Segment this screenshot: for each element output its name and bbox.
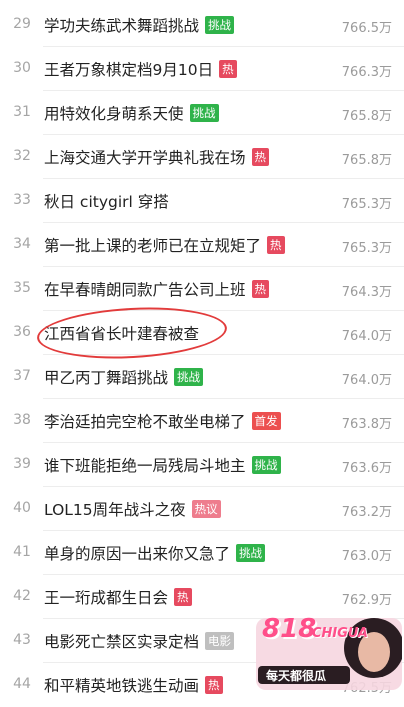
- topic-title[interactable]: 秋日 citygirl 穿搭: [44, 190, 169, 212]
- heat-count: 765.3万: [341, 241, 392, 256]
- rank-number: 41: [13, 544, 31, 560]
- heat-count: 765.8万: [341, 109, 392, 124]
- heat-count: 764.3万: [341, 285, 392, 300]
- heat-count: 764.0万: [341, 373, 392, 388]
- list-item[interactable]: 37 甲乙丙丁舞蹈挑战 挑战 764.0万: [0, 355, 404, 399]
- heat-count: 766.5万: [341, 21, 392, 36]
- rank-number: 32: [13, 148, 31, 164]
- list-item[interactable]: 32 上海交通大学开学典礼我在场热 765.8万: [0, 135, 404, 179]
- discussion-badge: 热议: [191, 500, 221, 518]
- rank-number: 37: [13, 368, 31, 384]
- rank-number: 34: [13, 236, 31, 252]
- rank-number: 39: [13, 456, 31, 472]
- topic-title[interactable]: 王者万象棋定档9月10日热: [44, 58, 237, 80]
- topic-title[interactable]: 上海交通大学开学典礼我在场热: [44, 146, 270, 168]
- watermark-subtext: CHIGUA: [312, 626, 368, 641]
- topic-title[interactable]: 谁下班能拒绝一局残局斗地主 挑战: [44, 454, 281, 476]
- heat-count: 765.8万: [341, 153, 392, 168]
- challenge-badge: 挑战: [174, 368, 204, 386]
- list-item[interactable]: 34 第一批上课的老师已在立规矩了热 765.3万: [0, 223, 404, 267]
- hot-badge: 热: [267, 236, 285, 254]
- hot-badge: 热: [251, 148, 270, 166]
- heat-count: 766.3万: [341, 65, 392, 80]
- list-item[interactable]: 39 谁下班能拒绝一局残局斗地主 挑战 763.6万: [0, 443, 404, 487]
- rank-number: 33: [13, 192, 31, 208]
- topic-title[interactable]: 第一批上课的老师已在立规矩了热: [44, 234, 285, 256]
- topic-title[interactable]: 王一珩成都生日会热: [44, 586, 192, 608]
- list-item[interactable]: 31 用特效化身萌系天使 挑战 765.8万: [0, 91, 404, 135]
- heat-count: 762.9万: [341, 593, 392, 608]
- topic-title[interactable]: 和平精英地铁逃生动画热: [44, 674, 223, 696]
- rank-number: 40: [13, 500, 31, 516]
- heat-count: 763.6万: [341, 461, 392, 476]
- hot-badge: 热: [219, 60, 237, 78]
- rank-number: 36: [13, 324, 31, 340]
- movie-badge: 电影: [205, 632, 235, 650]
- challenge-badge: 挑战: [236, 544, 266, 562]
- rank-number: 35: [13, 280, 31, 296]
- rank-number: 43: [13, 632, 31, 648]
- rank-number: 44: [13, 676, 31, 692]
- topic-title[interactable]: 电影死亡禁区实录定档 电影: [44, 630, 235, 652]
- rank-number: 29: [13, 16, 31, 32]
- topic-title[interactable]: 李治廷拍完空枪不敢坐电梯了 首发: [44, 410, 281, 432]
- watermark-slogan: 每天都很瓜: [266, 669, 327, 683]
- topic-title[interactable]: 用特效化身萌系天使 挑战: [44, 102, 219, 124]
- rank-number: 31: [13, 104, 31, 120]
- list-item[interactable]: 29 学功夫练武术舞蹈挑战 挑战 766.5万: [0, 3, 404, 47]
- topic-title[interactable]: 学功夫练武术舞蹈挑战 挑战: [44, 14, 235, 36]
- topic-title[interactable]: 单身的原因一出来你又急了 挑战: [44, 542, 266, 564]
- heat-count: 764.0万: [341, 329, 392, 344]
- list-item[interactable]: 40 LOL15周年战斗之夜 热议 763.2万: [0, 487, 404, 531]
- topic-title[interactable]: 甲乙丙丁舞蹈挑战 挑战: [44, 366, 204, 388]
- list-item[interactable]: 30 王者万象棋定档9月10日热 766.3万: [0, 47, 404, 91]
- list-item[interactable]: 41 单身的原因一出来你又急了 挑战 763.0万: [0, 531, 404, 575]
- rank-number: 38: [13, 412, 31, 428]
- heat-count: 763.2万: [341, 505, 392, 520]
- rank-number: 30: [13, 60, 31, 76]
- heat-count: 763.0万: [341, 549, 392, 564]
- list-item[interactable]: 35 在早春晴朗同款广告公司上班热 764.3万: [0, 267, 404, 311]
- heat-count: 765.3万: [341, 197, 392, 212]
- topic-title[interactable]: LOL15周年战斗之夜 热议: [44, 498, 221, 520]
- list-item[interactable]: 33 秋日 citygirl 穿搭 765.3万: [0, 179, 404, 223]
- first-release-badge: 首发: [251, 412, 281, 430]
- watermark-number: 818: [262, 614, 317, 644]
- watermark-logo: 818 CHIGUA 每天都很瓜: [256, 612, 404, 692]
- hot-badge: 热: [174, 588, 192, 606]
- list-item[interactable]: 38 李治廷拍完空枪不敢坐电梯了 首发 763.8万: [0, 399, 404, 443]
- topic-title[interactable]: 在早春晴朗同款广告公司上班热: [44, 278, 270, 300]
- hot-badge: 热: [205, 676, 223, 694]
- rank-number: 42: [13, 588, 31, 604]
- challenge-badge: 挑战: [251, 456, 281, 474]
- challenge-badge: 挑战: [189, 104, 219, 122]
- challenge-badge: 挑战: [205, 16, 235, 34]
- hot-badge: 热: [251, 280, 270, 298]
- heat-count: 763.8万: [341, 417, 392, 432]
